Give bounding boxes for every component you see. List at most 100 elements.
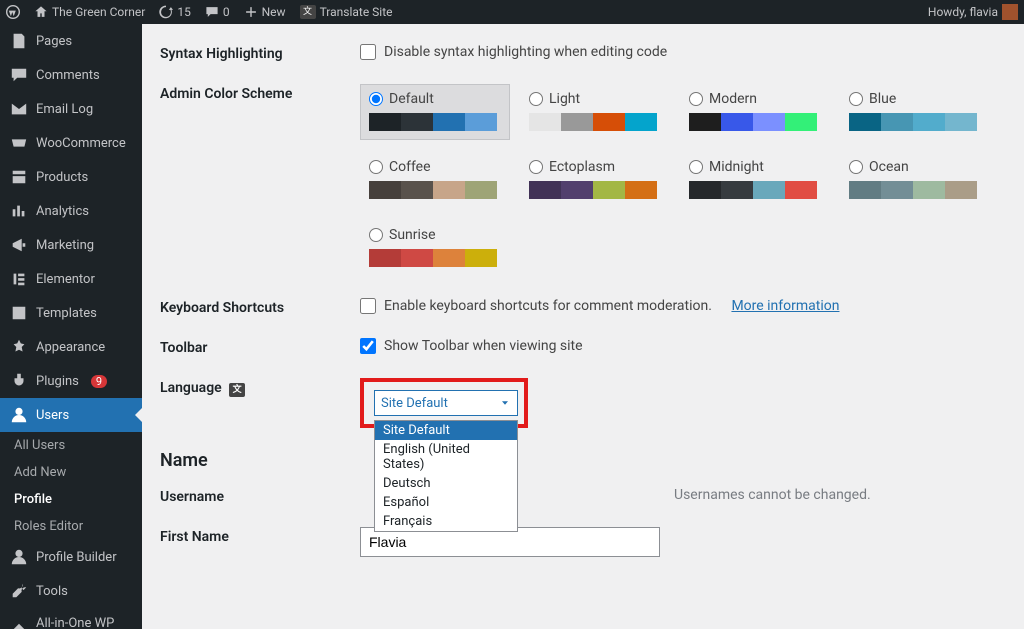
color-scheme-name: Blue xyxy=(869,91,896,107)
toolbar-row: Toolbar Show Toolbar when viewing site xyxy=(160,338,1004,356)
color-scheme-radio[interactable] xyxy=(369,92,383,106)
keyboard-shortcuts-checkbox-label[interactable]: Enable keyboard shortcuts for comment mo… xyxy=(360,298,1004,314)
syntax-highlighting-text: Disable syntax highlighting when editing… xyxy=(384,44,667,60)
color-scheme-grid: DefaultLightModern Blue CoffeeEctoplasm Mid… xyxy=(360,84,1004,276)
menu-icon xyxy=(10,372,28,390)
sidebar-item-label: Analytics xyxy=(36,204,89,219)
syntax-highlighting-checkbox[interactable] xyxy=(360,44,376,60)
sidebar-item-label: Products xyxy=(36,170,88,185)
syntax-highlighting-checkbox-label[interactable]: Disable syntax highlighting when editing… xyxy=(360,44,1004,60)
language-highlight-box: Site Default Site DefaultEnglish (United… xyxy=(360,378,528,428)
language-option[interactable]: Deutsch xyxy=(375,474,517,493)
color-scheme-radio[interactable] xyxy=(849,92,863,106)
keyboard-shortcuts-label: Keyboard Shortcuts xyxy=(160,298,360,316)
admin-sidebar: PagesComments Email Log WooCommerce Product… xyxy=(0,24,142,629)
color-scheme-modern[interactable]: Modern xyxy=(680,84,830,140)
keyboard-shortcuts-checkbox[interactable] xyxy=(360,298,376,314)
sidebar-item-users[interactable]: Users xyxy=(0,398,142,432)
sidebar-item-marketing[interactable]: Marketing xyxy=(0,228,142,262)
color-scheme-ocean[interactable]: Ocean xyxy=(840,152,990,208)
name-section-heading: Name xyxy=(160,450,1004,471)
sidebar-item-label: Email Log xyxy=(36,102,93,117)
sidebar-item-label: Marketing xyxy=(36,238,94,253)
first-name-label: First Name xyxy=(160,527,360,545)
sidebar-item-comments[interactable]: Comments xyxy=(0,58,142,92)
color-scheme-radio[interactable] xyxy=(369,160,383,174)
color-scheme-sunrise[interactable]: Sunrise xyxy=(360,220,510,276)
language-dropdown-list: Site DefaultEnglish (United States)Deuts… xyxy=(374,420,518,532)
update-icon xyxy=(159,5,173,19)
menu-icon xyxy=(10,406,28,424)
sidebar-item-appearance[interactable]: Appearance xyxy=(0,330,142,364)
site-name-link[interactable]: The Green Corner xyxy=(34,5,145,19)
toolbar-checkbox-label[interactable]: Show Toolbar when viewing site xyxy=(360,338,1004,354)
language-option[interactable]: English (United States) xyxy=(375,440,517,474)
wordpress-logo-menu[interactable] xyxy=(6,5,20,19)
sidebar-item-templates[interactable]: Templates xyxy=(0,296,142,330)
color-swatches xyxy=(369,249,497,267)
color-scheme-radio[interactable] xyxy=(529,92,543,106)
site-name-text: The Green Corner xyxy=(52,5,145,19)
sidebar-item-email-log[interactable]: Email Log xyxy=(0,92,142,126)
language-option[interactable]: Site Default xyxy=(375,421,517,440)
translate-label: Translate Site xyxy=(320,5,393,19)
color-scheme-radio[interactable] xyxy=(369,228,383,242)
sidebar-item-label: Elementor xyxy=(36,272,95,287)
comment-icon xyxy=(205,5,219,19)
sidebar-item-label: Users xyxy=(36,408,69,423)
language-option[interactable]: Français xyxy=(375,512,517,531)
plus-icon xyxy=(244,5,258,19)
sidebar-item-products[interactable]: Products xyxy=(0,160,142,194)
menu-icon xyxy=(10,270,28,288)
language-option[interactable]: Español xyxy=(375,493,517,512)
menu-icon xyxy=(10,236,28,254)
color-scheme-radio[interactable] xyxy=(689,160,703,174)
updates-link[interactable]: 15 xyxy=(159,5,191,19)
sidebar-item-elementor[interactable]: Elementor xyxy=(0,262,142,296)
wordpress-icon xyxy=(6,5,20,19)
color-scheme-ectoplasm[interactable]: Ectoplasm xyxy=(520,152,670,208)
color-scheme-radio[interactable] xyxy=(689,92,703,106)
toolbar-checkbox[interactable] xyxy=(360,338,376,354)
toolbar-text: Show Toolbar when viewing site xyxy=(384,338,583,354)
sidebar-item-woocommerce[interactable]: WooCommerce xyxy=(0,126,142,160)
menu-icon xyxy=(10,622,28,629)
sidebar-item-analytics[interactable]: Analytics xyxy=(0,194,142,228)
home-icon xyxy=(34,5,48,19)
comments-link[interactable]: 0 xyxy=(205,5,230,19)
submenu-item-add-new[interactable]: Add New xyxy=(0,459,142,486)
color-scheme-light[interactable]: Light xyxy=(520,84,670,140)
keyboard-shortcuts-link[interactable]: More information xyxy=(731,298,839,314)
sidebar-item-plugins[interactable]: Plugins9 xyxy=(0,364,142,398)
color-swatches xyxy=(529,113,657,131)
color-scheme-radio[interactable] xyxy=(849,160,863,174)
color-scheme-name: Midnight xyxy=(709,159,764,175)
new-content-link[interactable]: New xyxy=(244,5,286,19)
sidebar-item-label: All-in-One WP Migration xyxy=(36,616,132,629)
comments-count: 0 xyxy=(223,5,230,19)
sidebar-item-tools[interactable]: Tools xyxy=(0,574,142,608)
sidebar-item-profile-builder[interactable]: Profile Builder xyxy=(0,540,142,574)
submenu-item-profile[interactable]: Profile xyxy=(0,486,142,513)
color-scheme-blue[interactable]: Blue xyxy=(840,84,990,140)
color-scheme-default[interactable]: Default xyxy=(360,84,510,140)
submenu-item-roles-editor[interactable]: Roles Editor xyxy=(0,513,142,540)
menu-icon xyxy=(10,168,28,186)
username-row: Username Usernames cannot be changed. xyxy=(160,487,1004,505)
sidebar-item-all-in-one-wp-migration[interactable]: All-in-One WP Migration xyxy=(0,608,142,629)
my-account-link[interactable]: Howdy, flavia xyxy=(928,4,1018,20)
translate-site-link[interactable]: 文 Translate Site xyxy=(300,5,393,19)
color-scheme-midnight[interactable]: Midnight xyxy=(680,152,830,208)
update-badge: 9 xyxy=(91,375,107,388)
color-swatches xyxy=(369,181,497,199)
admin-toolbar: The Green Corner 15 0 New 文 Translate Si… xyxy=(0,0,1024,24)
username-label: Username xyxy=(160,487,360,505)
color-scheme-coffee[interactable]: Coffee xyxy=(360,152,510,208)
color-scheme-radio[interactable] xyxy=(529,160,543,174)
submenu-item-all-users[interactable]: All Users xyxy=(0,432,142,459)
language-row: Language 文 Site Default Site DefaultEngl… xyxy=(160,378,1004,428)
syntax-highlighting-label: Syntax Highlighting xyxy=(160,44,360,62)
sidebar-item-pages[interactable]: Pages xyxy=(0,24,142,58)
menu-icon xyxy=(10,134,28,152)
language-select[interactable]: Site Default xyxy=(374,390,518,416)
